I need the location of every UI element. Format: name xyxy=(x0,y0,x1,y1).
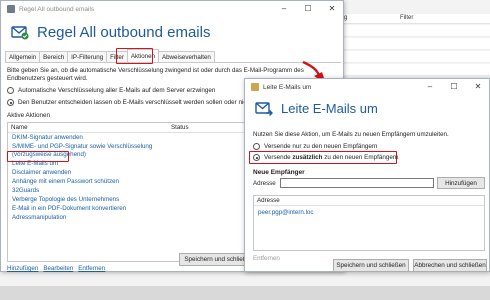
recipients-list-header[interactable]: Adresse xyxy=(254,196,484,206)
tab-ip-filterung[interactable]: IP-Filterung xyxy=(67,51,108,62)
radio-label: Den Benutzer entscheiden lassen ob E-Mai… xyxy=(18,99,252,106)
radio-label: Versende nur zu den neuen Empfängern xyxy=(264,143,378,150)
remove-recipient-link[interactable]: Entfernen xyxy=(253,255,280,262)
redirect-dialog: Leite E-Mails um – ☐ ✕ Leite E-Mails um … xyxy=(244,78,490,272)
rule-dialog-titlebar: Regel All outbound emails – ☐ ✕ xyxy=(1,1,343,17)
minimize-button[interactable]: – xyxy=(425,82,435,91)
redirect-mail-icon xyxy=(255,99,273,117)
radio-enforce-encryption[interactable]: Automatische Verschlüsselung aller E-Mai… xyxy=(7,87,215,94)
remove-link[interactable]: Entfernen xyxy=(78,265,105,272)
address-input[interactable] xyxy=(280,178,434,188)
rule-dialog-window-title: Regel All outbound emails xyxy=(19,5,95,13)
highlight-box-tab xyxy=(116,48,153,64)
close-button[interactable]: ✕ xyxy=(473,82,483,91)
column-header-name[interactable]: Name xyxy=(11,124,171,131)
tab-bereich[interactable]: Bereich xyxy=(39,51,69,62)
rule-dialog-header: Regel All outbound emails xyxy=(11,23,210,41)
maximize-button[interactable]: ☐ xyxy=(303,4,313,13)
background-table-row xyxy=(340,64,490,76)
radio-button[interactable] xyxy=(7,99,14,106)
active-actions-label: Aktive Aktionen xyxy=(7,112,51,119)
recipients-list: Adresse peer.pgp@intern.loc xyxy=(253,195,485,251)
tab-divider xyxy=(5,62,341,63)
cancel-close-button[interactable]: Abbrechen und schließen xyxy=(413,259,487,272)
new-recipients-heading: Neue Empfänger xyxy=(253,169,305,176)
close-button[interactable]: ✕ xyxy=(327,4,337,13)
maximize-button[interactable]: ☐ xyxy=(449,82,459,91)
address-label: Adresse xyxy=(253,180,276,187)
radio-only-new-recipients[interactable]: Versende nur zu den neuen Empfängern xyxy=(253,143,377,150)
edit-link[interactable]: Bearbeiten xyxy=(43,265,73,272)
tab-allgemein[interactable]: Allgemein xyxy=(5,51,41,62)
minimize-button[interactable]: – xyxy=(279,4,289,13)
background-table-header: rg Filter xyxy=(340,14,490,24)
column-header-status[interactable]: Status xyxy=(171,124,189,131)
actions-links: Hinzufügen Bearbeiten Entfernen xyxy=(7,265,105,272)
redirect-description: Nutzen Sie diese Aktion, um E-Mails zu n… xyxy=(253,131,449,138)
app-icon xyxy=(7,5,15,13)
background-table-row xyxy=(340,25,490,37)
tab-abweiseverhalten[interactable]: Abweiseverhalten xyxy=(157,51,215,62)
mail-rule-icon xyxy=(11,23,29,41)
radio-button[interactable] xyxy=(7,87,14,94)
highlight-box-option xyxy=(249,151,397,164)
list-item[interactable]: peer.pgp@intern.loc xyxy=(254,208,484,217)
radio-label: Automatische Verschlüsselung aller E-Mai… xyxy=(18,87,216,94)
highlight-box-action xyxy=(7,151,69,162)
add-recipient-button[interactable]: Hinzufügen xyxy=(437,177,485,189)
redirect-title: Leite E-Mails um xyxy=(281,100,378,116)
background-table-row xyxy=(340,38,490,50)
app-icon xyxy=(251,83,259,91)
background-table-row xyxy=(340,51,490,63)
redirect-dialog-header: Leite E-Mails um xyxy=(255,99,378,117)
background-column-header: Filter xyxy=(400,15,414,21)
redirect-dialog-window-title: Leite E-Mails um xyxy=(263,83,312,91)
page-title: Regel All outbound emails xyxy=(37,23,211,41)
radio-user-decides[interactable]: Den Benutzer entscheiden lassen ob E-Mai… xyxy=(7,99,252,106)
radio-button[interactable] xyxy=(253,143,260,150)
background-status-strip xyxy=(0,286,490,300)
redirect-dialog-titlebar: Leite E-Mails um – ☐ ✕ xyxy=(245,79,489,95)
add-link[interactable]: Hinzufügen xyxy=(7,265,38,272)
save-close-button[interactable]: Speichern und schließen xyxy=(333,259,409,272)
